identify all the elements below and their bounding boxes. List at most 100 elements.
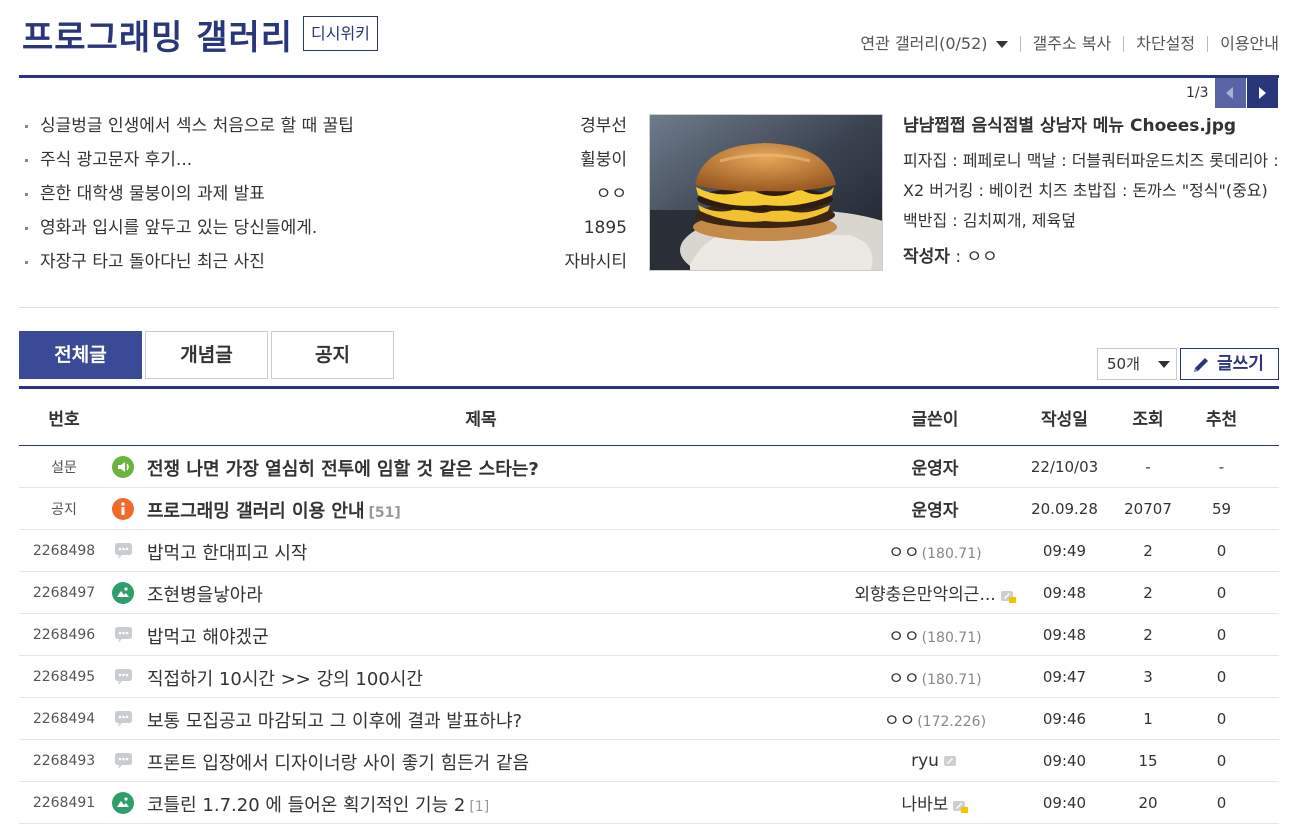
post-title[interactable]: 주식 광고문자 후기... <box>40 146 192 174</box>
post-writer-cell[interactable]: ㅇㅇ (172.226) <box>853 706 1017 731</box>
gallery-title[interactable]: 프로그래밍 갤러리 <box>22 10 293 59</box>
related-gallery-link[interactable]: 연관 갤러리(0/52) <box>860 36 1019 52</box>
dcwiki-button[interactable]: 디시위키 <box>303 16 378 51</box>
featured-title[interactable]: 냠냠쩝쩝 음식점별 상남자 메뉴 Choees.jpg <box>903 114 1283 138</box>
table-row[interactable]: 2268493 프론트 입장에서 디자이너랑 사이 좋기 힘든거 같음 ryu 09:… <box>19 740 1279 782</box>
writer-name[interactable]: 외향충은만악의근... <box>854 585 995 605</box>
writer-name[interactable]: ㅇㅇ <box>888 627 919 647</box>
post-title[interactable]: 싱글벙글 인생에서 섹스 처음으로 할 때 꿀팁 <box>40 112 354 140</box>
table-row[interactable]: 공지 프로그래밍 갤러리 이용 안내 [51] 운영자 20.09.28 20707 59 <box>19 488 1279 530</box>
writer-name[interactable]: ㅇㅇ <box>884 711 915 731</box>
post-title-text[interactable]: 조현병을낳아라 <box>147 585 263 606</box>
post-title[interactable]: 전쟁 나면 가장 열심히 전투에 임할 것 같은 스타는? <box>147 455 539 481</box>
tab-notice[interactable]: 공지 <box>271 331 394 379</box>
post-writer-cell[interactable]: ㅇㅇ (180.71) <box>853 538 1017 563</box>
tab-concept-posts[interactable]: 개념글 <box>145 331 268 379</box>
list-item[interactable]: 싱글벙글 인생에서 섹스 처음으로 할 때 꿀팁 경부선 <box>25 112 627 146</box>
table-row[interactable]: 2268496 밥먹고 해야겠군 ㅇㅇ (180.71) 09:48 2 0 <box>19 614 1279 656</box>
featured-thumbnail[interactable] <box>649 114 883 271</box>
list-size-select[interactable]: 50개 <box>1097 348 1177 380</box>
gallery-header: 프로그래밍 갤러리 디시위키 연관 갤러리(0/52) 갤주소 복사 차단설정 … <box>19 0 1279 78</box>
post-title-text[interactable]: 프론트 입장에서 디자이너랑 사이 좋기 힘든거 같음 <box>147 753 529 774</box>
post-title[interactable]: 자장구 타고 돌아다닌 최근 사진 <box>40 248 265 276</box>
post-title-text[interactable]: 프로그래밍 갤러리 이용 안내 <box>147 501 365 522</box>
list-size-value: 50개 <box>1107 355 1140 373</box>
reply-count[interactable]: [1] <box>469 799 489 815</box>
chevron-down-icon <box>995 41 1008 48</box>
post-title-text[interactable]: 전쟁 나면 가장 열심히 전투에 임할 것 같은 스타는? <box>147 459 539 480</box>
speech-icon <box>112 540 134 562</box>
table-row[interactable]: 설문 전쟁 나면 가장 열심히 전투에 임할 것 같은 스타는? 운영자 22/10/… <box>19 446 1279 488</box>
table-row[interactable]: 2268491 코틀린 1.7.20 에 들어온 획기적인 기능 2 [1] 나바보 0… <box>19 782 1279 824</box>
post-title-text[interactable]: 밥먹고 한대피고 시작 <box>147 543 307 564</box>
post-writer-cell[interactable]: 외향충은만악의근... <box>853 580 1017 605</box>
writer-name[interactable]: ㅇㅇ <box>888 669 919 689</box>
reply-count[interactable]: [51] <box>369 505 401 521</box>
pencil-icon <box>1194 358 1208 372</box>
post-title[interactable]: 밥먹고 해야겠군 <box>147 623 269 649</box>
featured-description: 피자집 : 페페로니 맥날 : 더블쿼터파운드치즈 롯데리아 : X2 버거킹 … <box>903 151 1279 230</box>
post-writer-cell[interactable]: ㅇㅇ (180.71) <box>853 622 1017 647</box>
post-title[interactable]: 프론트 입장에서 디자이너랑 사이 좋기 힘든거 같음 <box>147 749 529 775</box>
post-writer-cell[interactable]: ㅇㅇ (180.71) <box>853 664 1017 689</box>
list-item[interactable]: 자장구 타고 돌아다닌 최근 사진 자바시티 <box>25 248 627 282</box>
post-author: 경부선 <box>580 116 627 136</box>
concept-pager: 1/3 <box>1186 78 1278 108</box>
writer-name[interactable]: ryu <box>911 751 939 771</box>
writer-name[interactable]: 운영자 <box>912 459 959 479</box>
post-writer-cell[interactable]: 운영자 <box>853 496 1017 521</box>
speech-icon <box>112 666 134 688</box>
list-item[interactable]: 영화과 입시를 앞두고 있는 당신들에게. 1895 <box>25 214 627 248</box>
copy-address-link[interactable]: 갤주소 복사 <box>1019 36 1124 52</box>
post-writer-cell[interactable]: 운영자 <box>853 454 1017 479</box>
post-title[interactable]: 조현병을낳아라 <box>147 581 263 607</box>
board-tabs: 전체글 개념글 공지 <box>19 331 397 379</box>
list-item[interactable]: 주식 광고문자 후기... 휠붕이 <box>25 146 627 180</box>
post-title-text[interactable]: 보통 모집공고 마감되고 그 이후에 결과 발표하냐? <box>147 711 522 732</box>
usage-guide-link[interactable]: 이용안내 <box>1207 36 1279 52</box>
info-icon <box>112 497 134 520</box>
table-row[interactable]: 2268494 보통 모집공고 마감되고 그 이후에 결과 발표하냐? ㅇㅇ (172… <box>19 698 1279 740</box>
post-recommend: 0 <box>1216 751 1227 770</box>
block-settings-link[interactable]: 차단설정 <box>1123 36 1207 52</box>
header-links: 연관 갤러리(0/52) 갤주소 복사 차단설정 이용안내 <box>860 36 1279 52</box>
list-item[interactable]: 흔한 대학생 물붕이의 과제 발표 ㅇㅇ <box>25 180 627 214</box>
post-table: 번호 제목 글쓴이 작성일 조회 추천 설문 전쟁 나면 가장 열심히 전투에 임… <box>19 386 1279 824</box>
post-title[interactable]: 직접하기 10시간 >> 강의 100시간 <box>147 665 423 691</box>
write-label: 글쓰기 <box>1217 354 1264 374</box>
arrow-left-icon <box>1225 87 1233 99</box>
table-row[interactable]: 2268498 밥먹고 한대피고 시작 ㅇㅇ (180.71) 09:49 2 0 <box>19 530 1279 572</box>
post-writer-cell[interactable]: ryu <box>853 751 1017 771</box>
table-row[interactable]: 2268495 직접하기 10시간 >> 강의 100시간 ㅇㅇ (180.71) 09… <box>19 656 1279 698</box>
post-title[interactable]: 흔한 대학생 물붕이의 과제 발표 <box>40 180 265 208</box>
burger-image <box>650 115 882 270</box>
writer-name[interactable]: 나바보 <box>902 795 949 815</box>
post-writer-cell[interactable]: 나바보 <box>853 790 1017 815</box>
post-number: 2268498 <box>32 542 96 559</box>
post-title[interactable]: 영화과 입시를 앞두고 있는 당신들에게. <box>40 214 317 242</box>
column-header-title: 제목 <box>465 409 497 430</box>
post-recommend: 0 <box>1216 793 1227 812</box>
post-title[interactable]: 프로그래밍 갤러리 이용 안내 [51] <box>147 497 401 523</box>
post-title-text[interactable]: 밥먹고 해야겠군 <box>147 627 269 648</box>
post-title[interactable]: 밥먹고 한대피고 시작 <box>147 539 307 565</box>
post-author: 1895 <box>583 218 627 238</box>
writer-name[interactable]: ㅇㅇ <box>888 543 919 563</box>
table-row[interactable]: 2268497 조현병을낳아라 외향충은만악의근... 09:48 2 0 <box>19 572 1279 614</box>
post-number: 2268497 <box>32 584 96 601</box>
author-label: 작성자 <box>903 247 950 267</box>
tab-all-posts[interactable]: 전체글 <box>19 331 142 379</box>
post-title-text[interactable]: 직접하기 10시간 >> 강의 100시간 <box>147 669 423 690</box>
column-header-writer: 글쓴이 <box>911 409 959 430</box>
column-header-date: 작성일 <box>1041 409 1088 430</box>
next-page-button[interactable] <box>1246 78 1278 108</box>
post-title[interactable]: 코틀린 1.7.20 에 들어온 획기적인 기능 2 [1] <box>147 791 489 817</box>
post-author: 휠붕이 <box>580 150 627 170</box>
write-button[interactable]: 글쓰기 <box>1180 348 1279 380</box>
writer-name[interactable]: 운영자 <box>912 501 959 521</box>
page-indicator: 1/3 <box>1186 85 1209 101</box>
post-title-text[interactable]: 코틀린 1.7.20 에 들어온 획기적인 기능 2 <box>147 795 465 816</box>
prev-page-button[interactable] <box>1214 78 1246 108</box>
post-title[interactable]: 보통 모집공고 마감되고 그 이후에 결과 발표하냐? <box>147 707 522 733</box>
speech-icon <box>112 750 134 772</box>
